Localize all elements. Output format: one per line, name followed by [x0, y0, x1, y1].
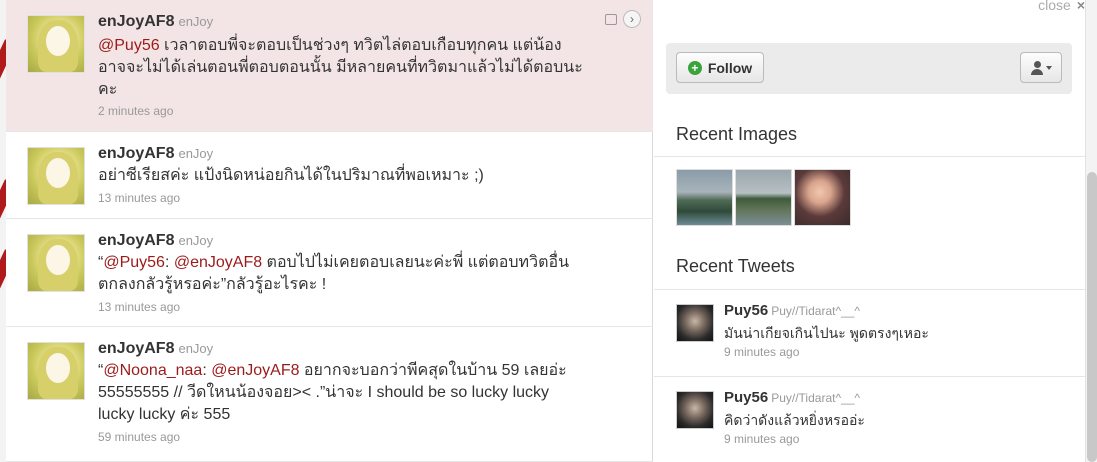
- tweet-text-line: lucky lucky ค่ะ 555: [98, 406, 231, 423]
- tweet-timestamp[interactable]: 59 minutes ago: [98, 430, 180, 444]
- tweet-header: enJoyAF8 enJoy: [98, 232, 213, 250]
- recent-tweet-header: Puy56 Puy//Tidarat^__^: [724, 302, 860, 320]
- user-icon: [1030, 60, 1043, 75]
- mention-link[interactable]: @Puy56: [103, 254, 165, 271]
- mention-link[interactable]: @enJoyAF8: [211, 362, 299, 379]
- tweet-author-name[interactable]: enJoyAF8: [98, 232, 174, 249]
- avatar[interactable]: [27, 342, 85, 400]
- recent-image-thumbnail[interactable]: [735, 169, 792, 226]
- tweet-item[interactable]: enJoyAF8 enJoy “@Puy56: @enJoyAF8 ตอบไปไม…: [6, 219, 653, 327]
- recent-tweet-author-name[interactable]: Puy56: [724, 389, 768, 406]
- tweet-text-line: ตอบไปไม่เคยตอบเลยนะค่ะพี่ แต่ตอบทวิตอื่น: [262, 254, 570, 271]
- recent-tweet-text: คิดว่าดังแล้วหยิ่งหรออ่ะ: [724, 412, 865, 428]
- divider: [654, 156, 1086, 157]
- caret-down-icon: [1045, 65, 1052, 70]
- recent-images-title: Recent Images: [676, 124, 798, 144]
- tweet-text-line: เวลาตอบพี่จะตอบเป็นช่วงๆ ทวิตไล่ตอบเกือบ…: [159, 37, 562, 54]
- recent-tweet-author-handle: Puy//Tidarat^__^: [771, 391, 861, 405]
- chevron-right-icon[interactable]: ›: [623, 10, 641, 28]
- tweet-text-line: อาจจะไม่ได้เล่นตอนพี่ตอบตอนนั้น มีหลายคน…: [98, 59, 583, 76]
- close-button[interactable]: close ×: [1038, 0, 1085, 13]
- recent-tweet-header: Puy56 Puy//Tidarat^__^: [724, 389, 860, 407]
- tweet-timestamp[interactable]: 13 minutes ago: [98, 300, 180, 314]
- close-icon[interactable]: ×: [1077, 0, 1085, 13]
- recent-tweets-title: Recent Tweets: [676, 256, 795, 276]
- tweet-text: “@Noona_naa: @enJoyAF8 อยากจะบอกว่าพีคสุ…: [98, 360, 633, 426]
- tweet-author-handle: enJoy: [178, 14, 214, 29]
- avatar[interactable]: [676, 304, 714, 342]
- follow-bar: + Follow: [666, 43, 1072, 94]
- tweet-text-line: อยากจะบอกว่าพีคสุดในบ้าน 59 เลยอ่ะ: [299, 362, 567, 379]
- tweet-text: อย่าซีเรียสค่ะ แป้งนิดหน่อยกินได้ในปริมา…: [98, 165, 633, 187]
- tweet-text-line: ตกลงกลัวรู้หรอค่ะ”กลัวรู้อะไรคะ !: [98, 276, 327, 293]
- recent-tweet-timestamp[interactable]: 9 minutes ago: [724, 432, 799, 446]
- recent-image-thumbnail[interactable]: [676, 169, 733, 226]
- tweet-header: enJoyAF8 enJoy: [98, 340, 213, 358]
- tweet-author-name[interactable]: enJoyAF8: [98, 13, 174, 30]
- tweet-author-name[interactable]: enJoyAF8: [98, 145, 174, 162]
- tweet-text: “@Puy56: @enJoyAF8 ตอบไปไม่เคยตอบเลยนะค่…: [98, 252, 633, 296]
- tweet-text-fragment: :: [164, 254, 174, 271]
- tweet-text-fragment: :: [202, 362, 212, 379]
- user-actions-button[interactable]: [1020, 52, 1062, 83]
- recent-tweet-text: มันน่าเกียจเกินไปนะ พูดตรงๆเหอะ: [724, 325, 929, 341]
- tweet-timestamp[interactable]: 13 minutes ago: [98, 191, 180, 205]
- tweet-author-handle: enJoy: [178, 341, 214, 356]
- close-label[interactable]: close: [1038, 0, 1071, 13]
- avatar[interactable]: [27, 147, 85, 205]
- tweet-author-handle: enJoy: [178, 233, 214, 248]
- recent-image-thumbnail[interactable]: [794, 169, 851, 226]
- mention-link[interactable]: @Noona_naa: [103, 362, 202, 379]
- tweet-text-line: คะ: [98, 81, 118, 98]
- recent-tweet-item[interactable]: Puy56 Puy//Tidarat^__^ มันน่าเกียจเกินไปน…: [654, 289, 1086, 376]
- tweet-actions: ›: [605, 10, 641, 28]
- scrollbar[interactable]: [1085, 0, 1097, 462]
- avatar[interactable]: [27, 15, 85, 73]
- plus-icon: +: [687, 60, 702, 75]
- follow-button[interactable]: + Follow: [676, 52, 764, 83]
- tweet-timestamp[interactable]: 2 minutes ago: [98, 104, 173, 118]
- tweet-header: enJoyAF8 enJoy: [98, 145, 213, 163]
- recent-tweet-author-handle: Puy//Tidarat^__^: [771, 304, 861, 318]
- tweet-item[interactable]: enJoyAF8 enJoy อย่าซีเรียสค่ะ แป้งนิดหน่อ…: [6, 132, 653, 219]
- tweet-author-name[interactable]: enJoyAF8: [98, 340, 174, 357]
- avatar[interactable]: [676, 391, 714, 429]
- tweet-item[interactable]: enJoyAF8 enJoy “@Noona_naa: @enJoyAF8 อยา…: [6, 327, 653, 462]
- recent-tweet-item[interactable]: Puy56 Puy//Tidarat^__^ คิดว่าดังแล้วหยิ่ง…: [654, 376, 1086, 462]
- tweet-text: @Puy56 เวลาตอบพี่จะตอบเป็นช่วงๆ ทวิตไล่ต…: [98, 35, 633, 101]
- tweet-text-line: อย่าซีเรียสค่ะ แป้งนิดหน่อยกินได้ในปริมา…: [98, 167, 484, 184]
- recent-tweet-timestamp[interactable]: 9 minutes ago: [724, 345, 799, 359]
- reply-icon[interactable]: [605, 14, 617, 25]
- tweet-header: enJoyAF8 enJoy: [98, 13, 213, 31]
- scrollbar-thumb[interactable]: [1087, 172, 1097, 462]
- mention-link[interactable]: @Puy56: [98, 37, 160, 54]
- tweet-item[interactable]: enJoyAF8 enJoy › @Puy56 เวลาตอบพี่จะตอบเป…: [6, 0, 653, 132]
- profile-panel: close × + Follow Recent Images Recent Twe…: [654, 0, 1097, 462]
- recent-tweet-author-name[interactable]: Puy56: [724, 302, 768, 319]
- tweet-author-handle: enJoy: [178, 146, 214, 161]
- mention-link[interactable]: @enJoyAF8: [174, 254, 262, 271]
- avatar[interactable]: [27, 234, 85, 292]
- follow-label: Follow: [707, 59, 753, 76]
- timeline: enJoyAF8 enJoy › @Puy56 เวลาตอบพี่จะตอบเป…: [6, 0, 653, 462]
- tweet-text-line: 55555555 // วีดใหนน้องจอย>< .”น่าจะ I sh…: [98, 384, 550, 401]
